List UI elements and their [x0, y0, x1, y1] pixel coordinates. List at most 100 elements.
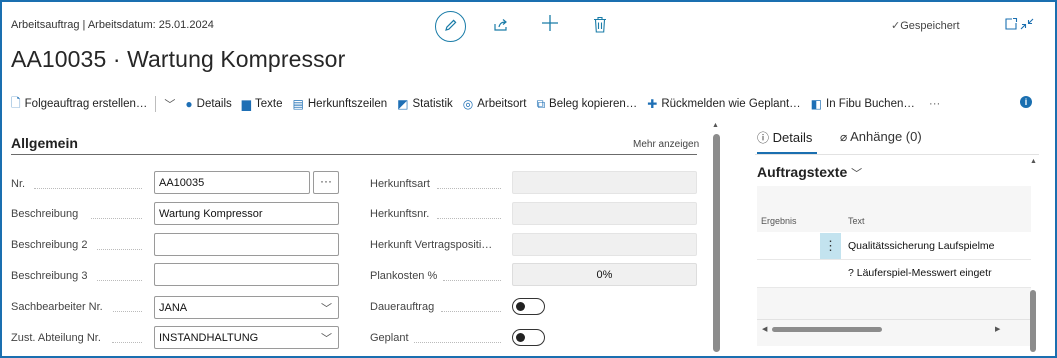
globe-icon: ◎: [462, 97, 474, 111]
report-back-icon: ✚: [647, 97, 658, 111]
collapse-button[interactable]: [1019, 17, 1035, 36]
trash-icon: [594, 16, 606, 33]
checkmark-icon: ✓: [891, 20, 901, 32]
tab-details[interactable]: ⓘ Details: [757, 129, 812, 146]
share-icon: [494, 19, 507, 31]
tab-attachments[interactable]: ⌀ Anhänge (0): [840, 129, 922, 144]
recurring-toggle[interactable]: [512, 298, 545, 315]
work-location-button[interactable]: ◎ Arbeitsort: [463, 97, 527, 111]
post-fibu-label: In Fibu Buchen…: [826, 98, 915, 110]
toggle-knob: [516, 332, 525, 342]
chevron-down-icon: ﹀: [164, 99, 176, 111]
delete-button[interactable]: [593, 16, 607, 39]
more-actions-label: ···: [928, 98, 941, 110]
more-actions-button[interactable]: ···: [929, 98, 941, 110]
section-title-general: Allgemein: [11, 135, 78, 151]
source-type-field: [512, 171, 697, 194]
label-leader: [414, 342, 501, 343]
toolbar-dropdown-button[interactable]: ﹀: [164, 96, 175, 112]
toggle-knob: [516, 301, 525, 311]
follow-up-order-label: Folgeauftrag erstellen…: [24, 98, 148, 110]
label-leader: [437, 188, 501, 189]
factbox-scroll-up-arrow[interactable]: ▲: [1030, 158, 1037, 165]
label-leader: [97, 249, 142, 250]
report-back-button[interactable]: ✚ Rückmelden wie Geplant…: [647, 97, 800, 111]
main-scrollbar[interactable]: [713, 134, 720, 352]
lines-icon: ▤: [292, 97, 304, 111]
action-toolbar: 🗋 Folgeauftrag erstellen… ﹀ ● Details ▆ …: [11, 94, 950, 114]
statistics-label: Statistik: [412, 98, 453, 110]
grid-footer-divider: [757, 319, 1031, 320]
field-label-recurring: Dauerauftrag: [370, 301, 435, 313]
chevron-down-icon: ﹀: [321, 303, 332, 315]
page-title: AA10035 · Wartung Kompressor: [11, 46, 346, 72]
details-action-button[interactable]: ● Details: [185, 97, 231, 111]
work-location-label: Arbeitsort: [477, 98, 527, 110]
factbox-scrollbar[interactable]: [1030, 290, 1036, 352]
document-arrow-icon: 🗋: [11, 95, 21, 110]
clerk-select[interactable]: JANA ﹀: [154, 296, 339, 319]
table-row[interactable]: Qualitätssicherung Laufspielme: [757, 232, 1031, 260]
text-cell: ? Läuferspiel-Messwert eingetr: [848, 267, 992, 279]
field-label-contract-position: Herkunft Vertragspositi…: [370, 239, 493, 251]
field-label-department: Zust. Abteilung Nr.: [11, 332, 101, 344]
scroll-right-arrow[interactable]: ▶: [995, 325, 1000, 333]
toolbar-separator: [155, 96, 157, 112]
field-label-source-no: Herkunftsnr.: [370, 208, 430, 220]
scroll-left-arrow[interactable]: ◀: [762, 325, 767, 333]
description-field[interactable]: Wartung Kompressor: [154, 202, 339, 225]
no-lookup-button[interactable]: ···: [313, 171, 339, 194]
table-row[interactable]: ? Läuferspiel-Messwert eingetr: [757, 260, 1031, 288]
details-action-label: Details: [196, 98, 232, 110]
field-label-no: Nr.: [11, 178, 26, 190]
texts-button[interactable]: ▆ Texte: [242, 97, 283, 111]
statistics-button[interactable]: ◩ Statistik: [397, 97, 453, 111]
collapse-icon: [1020, 18, 1034, 30]
scroll-up-arrow[interactable]: ▲: [712, 122, 719, 129]
follow-up-order-button[interactable]: 🗋 Folgeauftrag erstellen…: [11, 94, 147, 115]
factbox-section-title[interactable]: Auftragstexte ﹀: [757, 164, 862, 181]
description-2-field[interactable]: [154, 233, 339, 256]
field-label-description-2: Beschreibung 2: [11, 239, 88, 251]
section-divider: [11, 154, 697, 155]
report-back-label: Rückmelden wie Geplant…: [661, 98, 801, 110]
column-header-result: Ergebnis: [761, 216, 797, 226]
description-3-field[interactable]: [154, 263, 339, 286]
info-button[interactable]: i: [1020, 96, 1032, 108]
record-meta: Arbeitsauftrag | Arbeitsdatum: 25.01.202…: [11, 19, 214, 31]
label-leader: [97, 280, 142, 281]
tab-attachments-label: Anhänge (0): [850, 129, 922, 144]
label-leader: [443, 280, 501, 281]
source-lines-label: Herkunftszeilen: [307, 98, 388, 110]
info-circle-icon: ⓘ: [757, 131, 770, 145]
show-more-link[interactable]: Mehr anzeigen: [633, 139, 699, 150]
text-cell: Qualitätssicherung Laufspielme: [848, 240, 995, 252]
department-select[interactable]: INSTANDHALTUNG ﹀: [154, 326, 339, 349]
grid-horizontal-scrollbar[interactable]: [772, 327, 882, 332]
copy-document-button[interactable]: ⧉ Beleg kopieren…: [536, 97, 637, 112]
copy-icon: ⧉: [536, 96, 546, 111]
contract-position-field: [512, 233, 697, 256]
flag-text-icon: ▆: [241, 97, 252, 111]
row-actions-button[interactable]: ⋮: [820, 233, 841, 259]
plan-costs-progress: 0%: [512, 263, 697, 286]
no-field[interactable]: AA10035: [154, 171, 310, 194]
field-label-planned: Geplant: [370, 332, 409, 344]
post-fibu-button[interactable]: ◧ In Fibu Buchen…: [811, 97, 915, 111]
add-button[interactable]: [541, 12, 559, 39]
circle-details-icon: ●: [185, 97, 193, 111]
chevron-down-icon: ﹀: [851, 168, 863, 180]
paperclip-icon: ⌀: [840, 130, 848, 144]
share-button[interactable]: [492, 16, 512, 36]
edit-button[interactable]: [435, 11, 466, 42]
chevron-down-icon: ﹀: [321, 333, 332, 345]
source-lines-button[interactable]: ▤ Herkunftszeilen: [293, 97, 388, 111]
saved-status-label: Gespeichert: [900, 20, 960, 32]
department-select-value: INSTANDHALTUNG: [159, 332, 259, 344]
tab-details-label: Details: [772, 130, 813, 145]
saved-status: ✓Gespeichert: [891, 19, 960, 32]
planned-toggle[interactable]: [512, 329, 545, 346]
plus-icon: [542, 15, 558, 31]
chart-icon: ◩: [397, 97, 409, 111]
open-new-window-button[interactable]: [1004, 17, 1018, 36]
